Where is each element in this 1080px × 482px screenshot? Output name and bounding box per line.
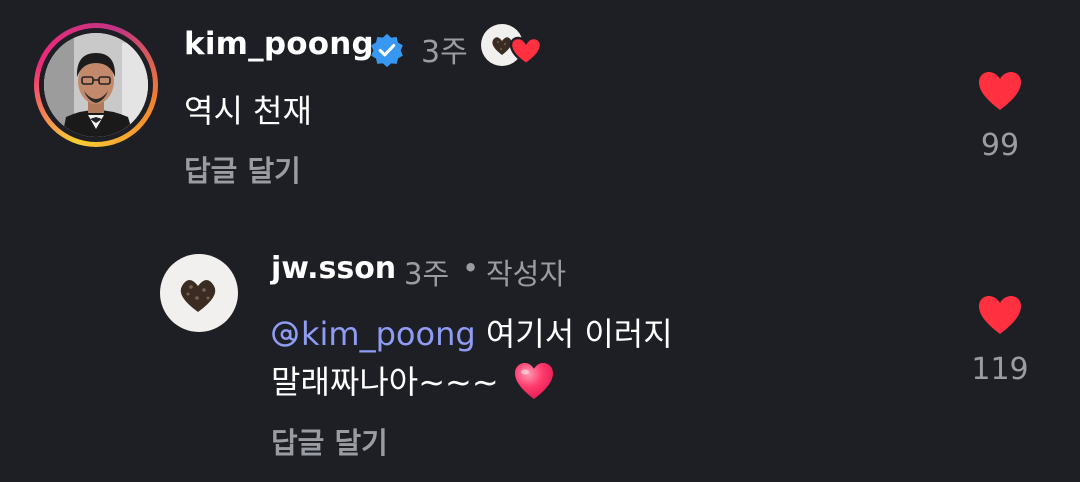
comment: kim_poong 3주 역시 천재 답글 달기 99 [0,0,1080,200]
like-heart-icon[interactable] [977,70,1023,112]
reply-timestamp: 3주 [404,257,450,291]
like-count: 119 [971,352,1029,387]
comment-timestamp: 3주 [421,35,468,70]
avatar[interactable] [160,254,238,332]
reply-button[interactable]: 답글 달기 [184,148,301,190]
verified-badge-icon [371,33,403,68]
reply-button[interactable]: 답글 달기 [271,420,388,462]
comments-thread: kim_poong 3주 역시 천재 답글 달기 99 jw.sson 3주 •… [0,0,1080,482]
reply-username[interactable]: jw.sson [271,251,396,286]
avatar-photo-icon [44,33,148,137]
separator-dot: • [462,251,480,285]
heart-emoji-icon [514,363,553,399]
mention-username: kim_poong [301,315,476,353]
avatar-photo-icon [180,280,216,312]
mention-link[interactable]: kim_poong [271,315,476,353]
author-badge: 작성자 [486,257,567,291]
avatar [44,33,148,137]
reply-text: kim_poong 여기서 이러지 말래짜나아~~~ [271,310,911,406]
reply-comment: jw.sson 3주 • 작성자 kim_poong 여기서 이러지 말래짜나아… [0,200,1080,482]
creator-heart-icon [509,36,543,66]
avatar-story-ring[interactable] [34,23,158,147]
like-count: 99 [980,128,1020,163]
creator-liked-indicator [481,22,547,70]
reply-text-part: 여기서 이러지 [475,315,673,353]
reply-text-line2: 말래짜나아~~~ [271,363,499,401]
threads-mention-icon [272,321,298,347]
like-heart-icon[interactable] [977,294,1023,336]
comment-text: 역시 천재 [184,92,312,130]
comment-username[interactable]: kim_poong [184,26,374,62]
